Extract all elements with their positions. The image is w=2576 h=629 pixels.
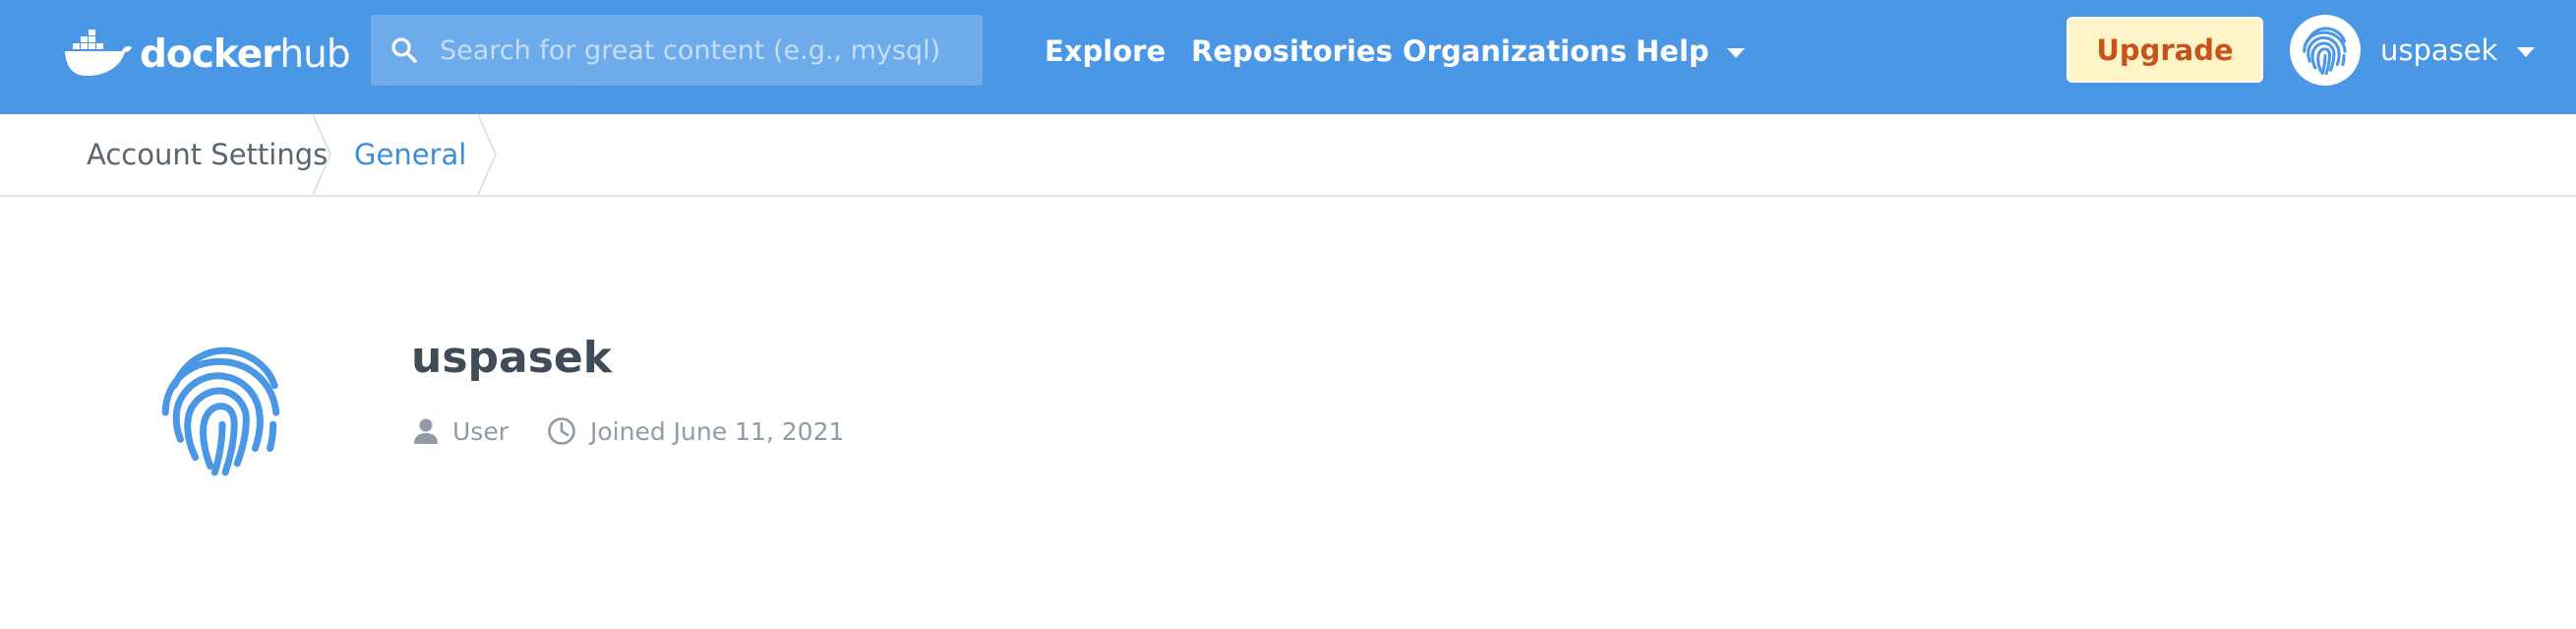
profile-type: User xyxy=(413,413,509,449)
search-box[interactable] xyxy=(371,15,983,86)
search-input[interactable] xyxy=(440,15,971,86)
docker-whale-icon xyxy=(63,30,134,79)
chevron-down-icon xyxy=(1726,48,1745,58)
docker-hub-logo[interactable]: dockerhub xyxy=(63,20,351,89)
user-menu[interactable]: uspasek xyxy=(2290,15,2536,86)
user-icon xyxy=(413,417,452,445)
profile-joined-label: Joined June 11, 2021 xyxy=(590,416,845,446)
logo-wordmark: dockerhub xyxy=(140,31,351,77)
upgrade-button[interactable]: Upgrade xyxy=(2067,17,2263,83)
breadcrumb-separator xyxy=(313,114,332,195)
nav-help-label: Help xyxy=(1636,34,1709,68)
logo-wordmark-hub: hub xyxy=(279,31,350,77)
breadcrumb-account-settings[interactable]: Account Settings xyxy=(87,114,328,195)
chevron-down-icon xyxy=(2517,47,2536,57)
clock-icon xyxy=(547,416,590,446)
top-navbar: dockerhub Explore Repositories Organizat… xyxy=(0,0,2576,114)
fingerprint-icon xyxy=(148,335,297,484)
nav-organizations[interactable]: Organizations xyxy=(1403,0,1627,102)
user-name: uspasek xyxy=(2380,33,2498,67)
nav-explore[interactable]: Explore xyxy=(1045,0,1166,102)
logo-wordmark-docker: docker xyxy=(140,31,280,77)
fingerprint-icon xyxy=(2290,15,2361,86)
breadcrumb-general[interactable]: General xyxy=(354,114,466,195)
profile-type-label: User xyxy=(452,416,509,446)
nav-repositories[interactable]: Repositories xyxy=(1191,0,1393,102)
nav-help[interactable]: Help xyxy=(1636,0,1745,102)
breadcrumb-separator xyxy=(478,114,498,195)
profile-username: uspasek xyxy=(411,333,612,383)
breadcrumb: Account Settings General xyxy=(0,114,2576,197)
profile-joined: Joined June 11, 2021 xyxy=(547,413,844,449)
search-icon xyxy=(390,36,418,64)
